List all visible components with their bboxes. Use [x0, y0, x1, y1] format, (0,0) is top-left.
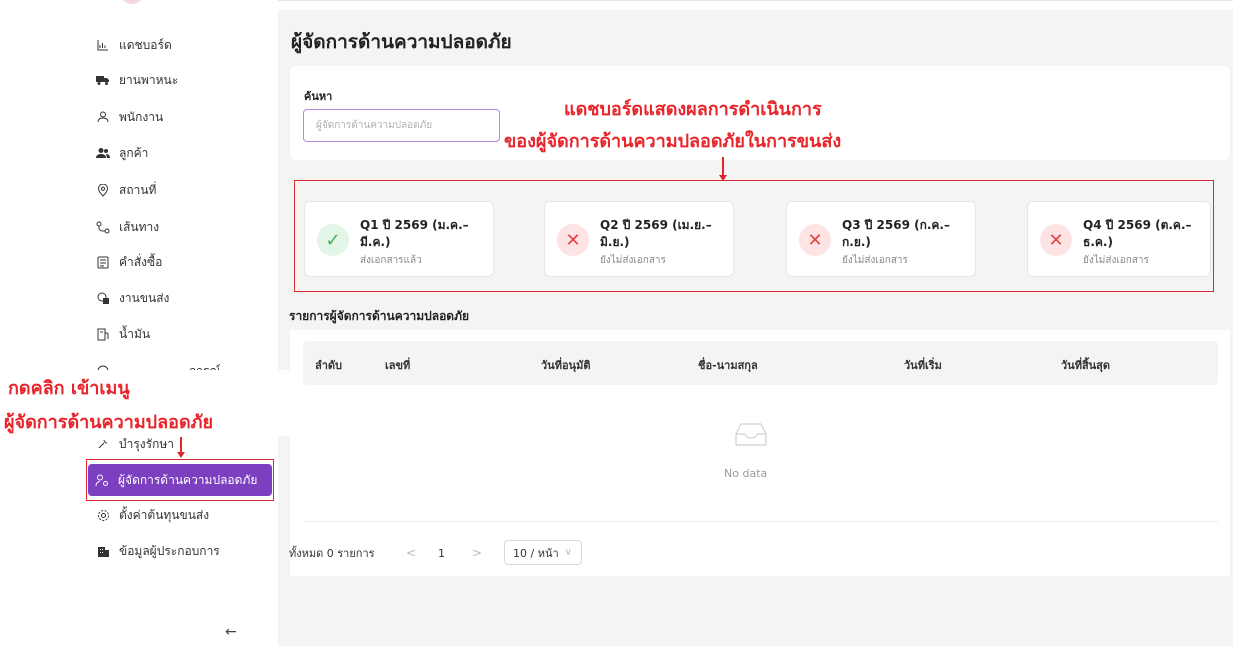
wrench-icon: [96, 437, 110, 451]
annotation-arrow-line: [180, 437, 182, 452]
fuel-icon: [96, 327, 110, 341]
page-size-value: 10 / หน้า: [513, 546, 559, 560]
annotation-menu-line1: กดคลิก เข้าเมนู: [8, 378, 130, 399]
column-header[interactable]: วันที่สิ้นสุด: [1061, 356, 1110, 374]
order-icon: [96, 255, 110, 269]
user-icon: [96, 110, 110, 124]
pagination-page-1[interactable]: 1: [438, 541, 445, 565]
building-icon: [96, 544, 110, 558]
location-pin-icon: [96, 183, 110, 197]
sidebar-item-shipments[interactable]: งานขนส่ง: [96, 288, 169, 308]
page-size-select[interactable]: 10 / หน้า ∨: [504, 540, 582, 565]
column-header[interactable]: ลำดับ: [315, 356, 342, 374]
sidebar-item-fuel[interactable]: น้ำมัน: [96, 324, 150, 344]
annotation-highlight-dashboard: [294, 180, 1214, 292]
sidebar-item-operator-info[interactable]: ข้อมูลผู้ประกอบการ: [96, 541, 220, 561]
pagination-prev-button[interactable]: <: [406, 541, 416, 565]
column-header[interactable]: ชื่อ-นามสกุล: [698, 356, 758, 374]
column-header[interactable]: วันที่อนุมัติ: [541, 356, 590, 374]
sidebar-item-orders[interactable]: คำสั่งซื้อ: [96, 252, 162, 272]
sidebar-item-vehicles[interactable]: ยานพาหนะ: [96, 70, 178, 90]
sidebar-item-label: สถานที่: [119, 182, 157, 197]
column-header[interactable]: เลขที่: [385, 356, 410, 374]
app-page: แดชบอร์ด ยานพาหนะ พนักงาน ลูกค้า สถานที่…: [0, 0, 1233, 646]
annotation-arrow-head: [177, 452, 185, 458]
annotation-dashboard-line2: ของผู้จัดการด้านความปลอดภัยในการขนส่ง: [504, 131, 842, 152]
sidebar-item-cost-settings[interactable]: ตั้งค่าต้นทุนขนส่ง: [96, 505, 209, 525]
sidebar-item-employees[interactable]: พนักงาน: [96, 107, 163, 127]
sidebar-item-label: ยานพาหนะ: [119, 72, 179, 87]
page-title: ผู้จัดการด้านความปลอดภัย: [291, 31, 512, 53]
empty-inbox-icon: [735, 423, 767, 446]
bar-chart-icon: [96, 38, 110, 52]
list-title: รายการผู้จัดการด้านความปลอดภัย: [289, 309, 470, 323]
sidebar-item-dashboard[interactable]: แดชบอร์ด: [96, 35, 172, 55]
chevron-down-icon: ∨: [564, 547, 572, 558]
table-divider: [303, 521, 1218, 522]
truck-icon: [96, 73, 110, 87]
annotation-menu-line2: ผู้จัดการด้านความปลอดภัย: [4, 412, 214, 433]
sidebar-item-label: ข้อมูลผู้ประกอบการ: [119, 543, 220, 558]
annotation-dashboard-line1: แดชบอร์ดแสดงผลการดำเนินการ: [564, 99, 822, 120]
sidebar-item-label: ตั้งค่าต้นทุนขนส่ง: [119, 507, 210, 522]
column-header[interactable]: วันที่เริ่ม: [904, 356, 942, 374]
sidebar-item-label: พนักงาน: [119, 109, 164, 124]
search-label: ค้นหา: [304, 90, 333, 103]
settings-icon: [96, 508, 110, 522]
sidebar-item-maintenance[interactable]: บำรุงรักษา: [96, 434, 174, 454]
sidebar-item-label: งานขนส่ง: [119, 290, 170, 305]
pagination-next-button[interactable]: >: [472, 541, 482, 565]
collapse-sidebar-icon[interactable]: ←: [225, 624, 237, 640]
sidebar-item-label: บำรุงรักษา: [119, 436, 175, 451]
pagination-total: ทั้งหมด 0 รายการ: [289, 547, 375, 560]
sidebar-item-locations[interactable]: สถานที่: [96, 180, 156, 200]
sidebar-item-label: เส้นทาง: [119, 219, 160, 234]
empty-state-text: No data: [724, 467, 768, 480]
sidebar-item-label: ลูกค้า: [119, 145, 149, 160]
annotation-highlight-menu: [86, 459, 274, 501]
sidebar-item-label: คำสั่งซื้อ: [119, 254, 163, 269]
search-input[interactable]: [303, 109, 500, 142]
sidebar-item-label: น้ำมัน: [119, 326, 151, 341]
sidebar-item-routes[interactable]: เส้นทาง: [96, 217, 159, 237]
users-icon: [96, 146, 110, 160]
sidebar-item-customers[interactable]: ลูกค้า: [96, 143, 148, 163]
box-icon: [96, 291, 110, 305]
route-icon: [96, 220, 110, 234]
annotation-arrow-line: [722, 157, 724, 175]
sidebar-item-label: แดชบอร์ด: [119, 37, 172, 52]
